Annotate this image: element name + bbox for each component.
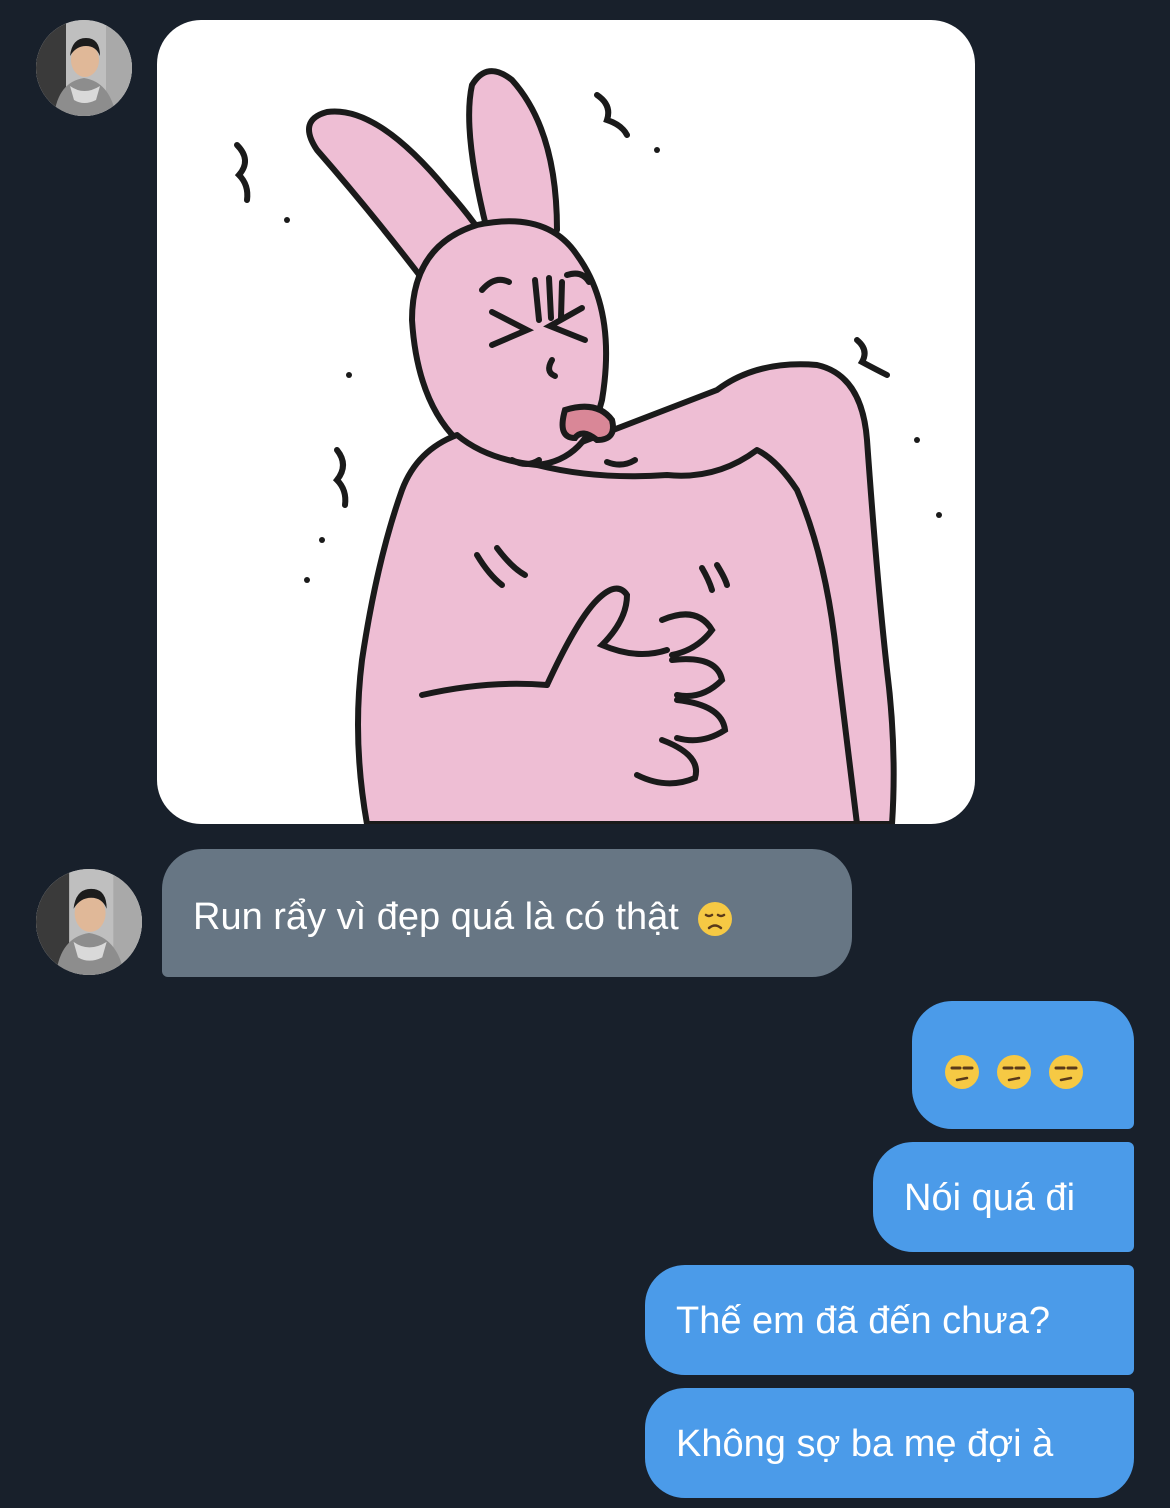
contact-photo-icon — [36, 869, 142, 975]
incoming-message-bubble[interactable]: Run rẩy vì đẹp quá là có thật — [162, 849, 852, 977]
message-text: Run rẩy vì đẹp quá là có thật — [193, 896, 679, 938]
contact-avatar[interactable] — [36, 20, 132, 116]
outgoing-message-bubble[interactable]: Nói quá đi — [873, 1142, 1134, 1252]
unamused-face-emoji — [996, 1054, 1032, 1090]
outgoing-message-bubble[interactable]: Thế em đã đến chưa? — [645, 1265, 1134, 1375]
message-text: Thế em đã đến chưa? — [676, 1300, 1051, 1342]
disappointed-face-emoji — [697, 901, 733, 937]
contact-photo-icon — [36, 20, 132, 116]
message-text: Nói quá đi — [904, 1177, 1076, 1219]
outgoing-message-bubble[interactable]: Không sợ ba mẹ đợi à — [645, 1388, 1134, 1498]
contact-avatar[interactable] — [36, 869, 142, 975]
pink-rabbit-shivering-sticker — [234, 68, 942, 824]
message-text: Không sợ ba mẹ đợi à — [676, 1423, 1054, 1465]
sticker-message[interactable] — [157, 20, 975, 824]
outgoing-message-bubble[interactable] — [912, 1001, 1134, 1129]
unamused-face-emoji — [944, 1054, 980, 1090]
unamused-face-emoji — [1048, 1054, 1084, 1090]
